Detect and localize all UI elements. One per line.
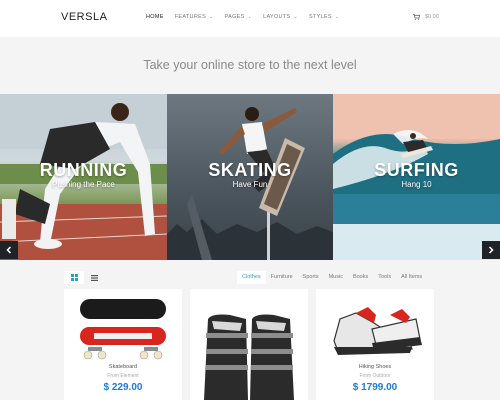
chevron-down-icon: ⌄ <box>293 14 298 20</box>
category-filters: Clothes Furniture Sports Music Books Too… <box>237 271 427 284</box>
filter-sports[interactable]: Sports <box>298 271 324 284</box>
nav-styles-label: STYLES <box>308 14 332 20</box>
chevron-right-icon <box>488 246 494 254</box>
product-brand: From Element <box>107 373 139 379</box>
list-icon <box>90 274 98 281</box>
hiking-shoes-image <box>333 307 422 355</box>
cart-total: $0.00 <box>425 14 439 20</box>
skateboard-image <box>80 299 166 360</box>
cart-button[interactable]: $0.00 <box>413 14 439 20</box>
slide-surfing[interactable]: SURFING Hang 10 <box>333 94 500 260</box>
top-header: VERSLA HOME FEATURES ⌄ PAGES ⌄ LAYOUTS ⌄ ST… <box>0 0 500 37</box>
category-carousel: RUNNING Pushing the Pace SKATING Have Fu… <box>0 94 500 260</box>
slide-skating[interactable]: SKATING Have Fun <box>167 94 333 260</box>
nav-layouts[interactable]: LAYOUTS ⌄ <box>263 14 298 20</box>
product-card[interactable]: Skateboard From Element $ 229.00 <box>64 289 182 400</box>
product-card[interactable] <box>190 289 308 400</box>
nav-features[interactable]: FEATURES ⌄ <box>175 14 214 20</box>
product-card[interactable]: Hiking Shoes From Outdoor $ 1799.00 <box>316 289 434 400</box>
chevron-left-icon <box>6 246 12 254</box>
list-view-button[interactable] <box>84 271 104 284</box>
filter-books[interactable]: Books <box>348 271 373 284</box>
product-brand: From Outdoor <box>359 373 391 379</box>
grid-icon <box>70 274 78 281</box>
product-grid: Skateboard From Element $ 229.00 Hiking … <box>64 289 436 400</box>
slide-title: SURFING <box>374 160 459 180</box>
filter-music[interactable]: Music <box>324 271 348 284</box>
chevron-down-icon: ⌄ <box>209 14 214 20</box>
slide-subtitle: Have Fun <box>232 180 268 189</box>
chevron-down-icon: ⌄ <box>247 14 253 20</box>
carousel-prev-button[interactable] <box>0 241 18 259</box>
slide-subtitle: Pushing the Pace <box>52 180 115 189</box>
grid-view-button[interactable] <box>64 271 84 284</box>
nav-pages-label: PAGES <box>224 14 245 20</box>
filter-all-items[interactable]: All Items <box>396 271 427 284</box>
nav-pages[interactable]: PAGES ⌄ <box>225 14 253 20</box>
nav-features-label: FEATURES <box>174 14 207 20</box>
carousel-next-button[interactable] <box>482 241 500 259</box>
site-logo[interactable]: VERSLA <box>61 11 107 23</box>
filter-clothes[interactable]: Clothes <box>237 271 266 284</box>
nav-styles[interactable]: STYLES ⌄ <box>309 14 339 20</box>
slide-title: RUNNING <box>39 160 128 180</box>
nav-home-label: HOME <box>146 14 164 20</box>
filter-furniture[interactable]: Furniture <box>266 271 298 284</box>
nav-home[interactable]: HOME <box>146 14 164 20</box>
product-name: Hiking Shoes <box>358 364 392 370</box>
product-price: $ 229.00 <box>103 382 143 393</box>
filter-tools[interactable]: Tools <box>373 271 396 284</box>
cart-icon <box>413 14 420 20</box>
product-price: $ 1799.00 <box>352 382 398 393</box>
slide-title: SKATING <box>208 160 292 180</box>
tagline: Take your online store to the next level <box>143 58 357 72</box>
main-nav: HOME FEATURES ⌄ PAGES ⌄ LAYOUTS ⌄ STYLES ⌄ <box>146 14 350 20</box>
nav-layouts-label: LAYOUTS <box>263 14 291 20</box>
ski-boots-image <box>204 314 294 400</box>
chevron-down-icon: ⌄ <box>334 14 340 20</box>
view-toggle <box>64 271 104 284</box>
product-name: Skateboard <box>108 364 138 370</box>
slide-subtitle: Hang 10 <box>401 180 432 189</box>
slide-running[interactable]: RUNNING Pushing the Pace <box>0 94 167 260</box>
